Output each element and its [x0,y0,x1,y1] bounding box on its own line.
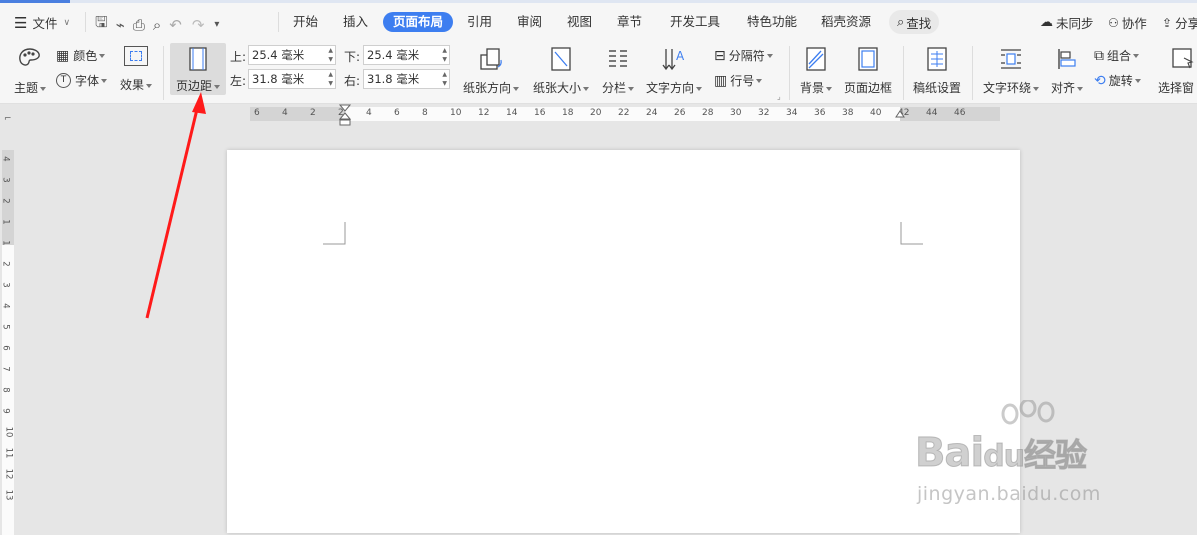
red-arrow-annotation [145,92,206,319]
